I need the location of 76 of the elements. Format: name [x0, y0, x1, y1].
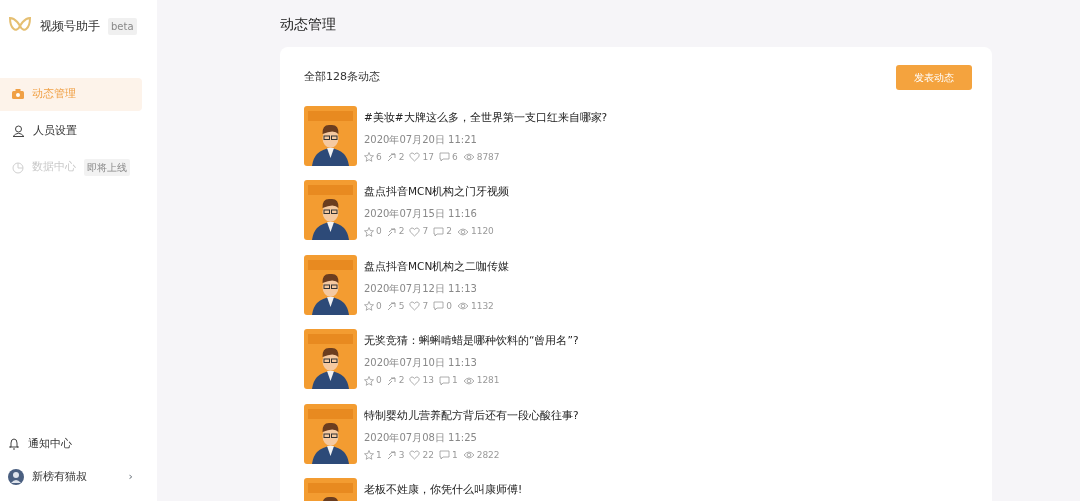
- stat-count: 7: [422, 299, 429, 313]
- avatar-icon: [8, 468, 24, 485]
- post-date: 2020年07月10日 11:13: [364, 356, 478, 371]
- stat-count: 2822: [476, 448, 500, 462]
- eye-icon: [462, 152, 475, 163]
- user-menu[interactable]: 新榜有猫叔 ›: [8, 468, 149, 485]
- stat-count: 2: [398, 150, 405, 164]
- pie-chart-icon: [12, 161, 24, 174]
- heart-icon: [409, 450, 421, 461]
- stat-count: 22: [422, 448, 434, 462]
- person-icon: [12, 124, 25, 137]
- post-date: 2020年07月12日 11:13: [364, 281, 478, 296]
- share-icon: [386, 226, 397, 237]
- heart-icon: [409, 301, 421, 312]
- user-name: 新榜有猫叔: [32, 468, 88, 485]
- comment-icon: [438, 450, 450, 461]
- comment-icon: [438, 152, 450, 163]
- app-name: 视频号助手: [40, 18, 100, 35]
- stat-count: 1: [376, 448, 382, 462]
- chevron-icon: ›: [128, 468, 133, 485]
- stat-count: 1: [451, 374, 458, 388]
- eye-icon: [462, 375, 475, 386]
- comment-icon: [438, 375, 450, 386]
- stat-count: 13: [422, 374, 434, 388]
- post-title[interactable]: 无奖竞猜：蝌蝌啃蜡是哪种饮料的“曾用名”?: [364, 333, 579, 350]
- soon-badge: 即将上线: [84, 159, 130, 176]
- sidebar-item[interactable]: 人员设置: [0, 114, 142, 147]
- bell-icon: [8, 438, 20, 451]
- post-title[interactable]: 老板不姓康，你凭什么叫康师傅!: [364, 482, 523, 499]
- post-title[interactable]: 特制婴幼儿营养配方背后还有一段心酸往事?: [364, 407, 579, 424]
- heart-icon: [409, 152, 421, 163]
- star-icon: [364, 226, 374, 237]
- stat-count: 3: [398, 448, 405, 462]
- share-icon: [386, 301, 397, 312]
- share-icon: [386, 152, 397, 163]
- stat-count: 0: [376, 225, 382, 239]
- stat-count: 8787: [476, 150, 500, 164]
- stat-count: 0: [376, 299, 382, 313]
- stat-count: 17: [422, 150, 434, 164]
- beta-badge: beta: [108, 17, 137, 35]
- camera-icon: [12, 89, 24, 100]
- stat-count: 2: [398, 374, 405, 388]
- post-title[interactable]: #美妆#大牌这么多，全世界第一支口红来自哪家?: [364, 109, 608, 126]
- heart-icon: [409, 375, 421, 386]
- page-title: 动态管理: [280, 16, 337, 33]
- stat-count: 2: [446, 225, 452, 239]
- stat-count: 6: [451, 150, 458, 164]
- comment-icon: [433, 226, 445, 237]
- post-count: 全部128条动态: [304, 69, 380, 86]
- stat-count: 1281: [476, 374, 500, 388]
- heart-icon: [409, 226, 421, 237]
- star-icon: [364, 301, 374, 312]
- post-date: 2020年07月20日 11:21: [364, 132, 478, 147]
- star-icon: [364, 152, 374, 163]
- stat-count: 7: [422, 225, 429, 239]
- stat-count: 1: [451, 448, 458, 462]
- stat-count: 0: [446, 299, 452, 313]
- notification-link[interactable]: 通知中心: [8, 436, 149, 453]
- stat-count: 0: [376, 374, 382, 388]
- eye-icon: [456, 301, 469, 312]
- comment-icon: [433, 301, 445, 312]
- star-icon: [364, 450, 374, 461]
- eye-icon: [456, 226, 469, 237]
- stat-count: 1120: [470, 225, 494, 239]
- stat-count: 2: [398, 225, 405, 239]
- share-icon: [386, 375, 397, 386]
- post-date: 2020年07月15日 11:16: [364, 207, 478, 222]
- stat-count: 6: [376, 150, 382, 164]
- post-title[interactable]: 盘点抖音MCN机构之门牙视频: [364, 184, 510, 201]
- share-icon: [386, 450, 397, 461]
- post-title[interactable]: 盘点抖音MCN机构之二咖传媒: [364, 258, 510, 275]
- star-icon: [364, 375, 374, 386]
- stat-count: 5: [398, 299, 405, 313]
- stat-count: 1132: [470, 299, 494, 313]
- post-date: 2020年07月08日 11:25: [364, 430, 478, 445]
- eye-icon: [462, 450, 475, 461]
